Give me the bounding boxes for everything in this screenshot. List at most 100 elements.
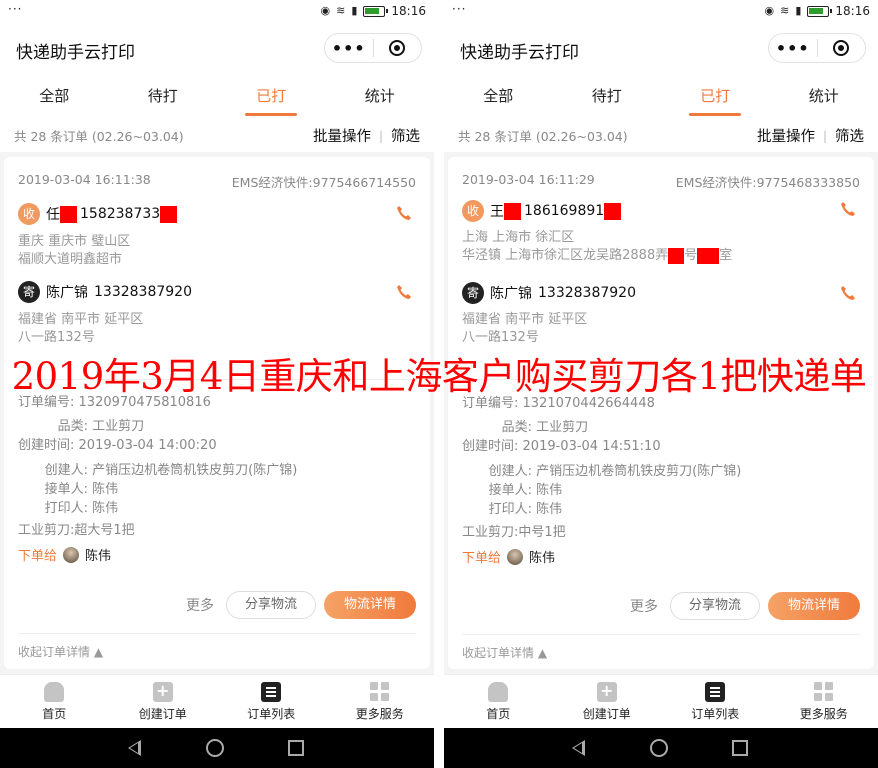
share-logistics-button[interactable]: 分享物流 [669, 592, 760, 620]
tab-stats[interactable]: 统计 [770, 72, 878, 118]
batch-action-button[interactable]: 批量操作 [757, 125, 815, 146]
close-miniprogram-button[interactable] [817, 40, 865, 56]
receiver-row: 接单人: 陈伟 [462, 479, 563, 498]
overlay-caption: 2019年3月4日重庆和上海客户购买剪刀各1把快递单 [11, 355, 867, 398]
recent-apps-icon[interactable] [288, 740, 304, 756]
home-circle-icon[interactable] [650, 739, 668, 757]
call-icon[interactable] [840, 201, 856, 217]
sender-phone: 13328387920 [94, 284, 192, 300]
call-icon[interactable] [396, 284, 412, 300]
recent-apps-icon[interactable] [732, 740, 748, 756]
receiver-label: 接单人: [488, 483, 532, 498]
plus-icon [152, 681, 173, 702]
receiver-row: 接单人: 陈伟 [18, 478, 119, 497]
call-icon[interactable] [840, 285, 856, 301]
caret-up-icon: ▲ [93, 645, 104, 659]
nav-order-list-label: 订单列表 [691, 707, 740, 721]
nav-order-list[interactable]: 订单列表 [217, 675, 326, 728]
created-time-label: 创建时间: [462, 439, 519, 454]
recipient-street: 福顺大道明鑫超市 [18, 252, 123, 267]
printer-label: 打印人: [488, 502, 532, 517]
item-summary: 工业剪刀:中号1把 [462, 525, 566, 540]
filter-button[interactable]: 筛选 [391, 125, 420, 146]
home-icon [488, 682, 509, 702]
ellipsis-icon: ••• [775, 38, 810, 58]
redaction-block [160, 205, 178, 223]
system-nav-bar [0, 728, 434, 768]
card-actions: 更多 分享物流 物流详情 [630, 592, 860, 620]
category-value: 工业剪刀 [536, 420, 589, 435]
order-card: 2019-03-04 16:11:38 EMS经济快件:977546671455… [4, 157, 430, 669]
close-miniprogram-button[interactable] [373, 40, 421, 56]
category-label: 品类: [57, 419, 88, 434]
sender-badge: 寄 [18, 281, 40, 303]
filter-button[interactable]: 筛选 [835, 125, 864, 146]
category-value: 工业剪刀 [92, 419, 145, 434]
assign-row: 下单给 陈伟 [18, 545, 111, 564]
sender-address: 福建省 南平市 延平区 八一路132号 [462, 311, 587, 347]
receiver-value: 陈伟 [536, 483, 563, 498]
collapse-details-toggle[interactable]: 收起订单详情 ▲ [462, 644, 547, 661]
nav-more-services-label: 更多服务 [355, 707, 404, 721]
home-circle-icon[interactable] [206, 739, 224, 757]
mini-program-capsule: ••• [324, 33, 422, 63]
batch-action-button[interactable]: 批量操作 [313, 125, 371, 146]
eye-icon: ◉ [320, 4, 331, 17]
nav-order-list-label: 订单列表 [247, 707, 296, 721]
recipient-street: 华泾镇 上海市徐汇区龙吴路2888弄号 室 [462, 247, 732, 265]
recipient-region: 上海 上海市 徐汇区 [462, 230, 575, 245]
logistics-detail-button[interactable]: 物流详情 [767, 592, 860, 620]
tab-all[interactable]: 全部 [444, 72, 553, 118]
sender-contact: 陈广锦 13328387920 [490, 282, 636, 304]
nav-home-label: 首页 [42, 707, 67, 721]
sender-name: 陈广锦 [490, 286, 532, 302]
app-title: 快递助手云打印 [460, 43, 579, 63]
nav-more-services-label: 更多服务 [799, 707, 848, 721]
nav-create-order[interactable]: 创建订单 [109, 675, 218, 728]
more-menu-button[interactable]: ••• [769, 39, 817, 58]
call-icon[interactable] [396, 205, 412, 221]
order-tabs: 全部 待打 已打 统计 [0, 72, 434, 118]
redaction-block [697, 247, 720, 264]
tab-all[interactable]: 全部 [0, 72, 109, 118]
more-menu-button[interactable]: ••• [325, 39, 373, 58]
assign-row: 下单给 陈伟 [462, 547, 555, 566]
back-icon[interactable] [572, 740, 585, 756]
nav-create-order[interactable]: 创建订单 [553, 675, 662, 728]
status-time: 18:16 [835, 4, 870, 18]
recipient-surname: 王 [490, 204, 504, 220]
nav-order-list[interactable]: 订单列表 [661, 675, 770, 728]
more-button[interactable]: 更多 [630, 596, 662, 616]
recipient-street-part: 室 [719, 248, 733, 263]
created-time-label: 创建时间: [18, 438, 75, 453]
tab-stats[interactable]: 统计 [326, 72, 435, 118]
logistics-detail-button[interactable]: 物流详情 [323, 591, 416, 619]
tab-printed[interactable]: 已打 [661, 72, 770, 118]
assign-label: 下单给 [18, 549, 58, 564]
order-card: 2019-03-04 16:11:29 EMS经济快件:977546833385… [448, 157, 874, 669]
nav-more-services[interactable]: 更多服务 [326, 675, 435, 728]
printer-value: 陈伟 [536, 502, 563, 517]
recipient-surname: 任 [46, 207, 60, 223]
tab-pending[interactable]: 待打 [109, 72, 218, 118]
title-bar: 快递助手云打印 ••• [0, 26, 434, 72]
tab-pending[interactable]: 待打 [553, 72, 662, 118]
nav-more-services[interactable]: 更多服务 [770, 675, 878, 728]
nav-home[interactable]: 首页 [444, 675, 553, 728]
printer-row: 打印人: 陈伟 [18, 497, 119, 516]
battery-icon [363, 5, 389, 17]
tab-printed[interactable]: 已打 [217, 72, 326, 118]
share-logistics-button[interactable]: 分享物流 [225, 591, 316, 619]
more-button[interactable]: 更多 [186, 595, 218, 615]
sender-street: 八一路132号 [18, 330, 95, 345]
filter-divider: | [378, 128, 383, 143]
collapse-details-toggle[interactable]: 收起订单详情 ▲ [18, 643, 103, 660]
eye-icon: ◉ [764, 4, 775, 17]
back-icon[interactable] [128, 740, 141, 756]
status-dots: ··· [8, 2, 23, 16]
nav-home[interactable]: 首页 [0, 675, 109, 728]
creator-value: 产销压边机卷筒机铁皮剪刀(陈广锦) [92, 463, 298, 478]
bottom-nav: 首页 创建订单 订单列表 更多服务 [444, 674, 878, 728]
collapse-label: 收起订单详情 [462, 646, 535, 660]
redaction-block [668, 247, 685, 264]
